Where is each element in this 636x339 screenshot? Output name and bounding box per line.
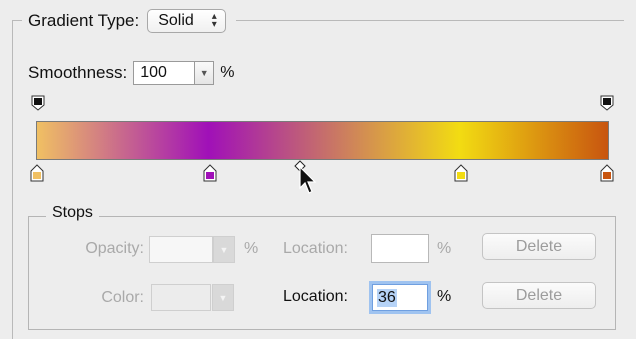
color-label: Color: <box>101 289 144 306</box>
color-location-value: 36 <box>377 288 397 307</box>
mouse-pointer-icon <box>299 166 317 194</box>
gradient-type-popup[interactable]: Solid ▴ ▾ <box>147 9 226 33</box>
opacity-location-unit: % <box>437 240 452 257</box>
updown-arrows-icon: ▴ ▾ <box>211 11 217 30</box>
opacity-dropdown-button[interactable]: ▼ <box>213 236 235 263</box>
smoothness-row: Smoothness: 100 ▼ % <box>28 58 234 88</box>
color-stop-3[interactable] <box>454 164 468 182</box>
color-dropdown-button[interactable]: ▼ <box>212 284 234 311</box>
smoothness-input[interactable]: 100 <box>133 61 196 85</box>
stops-legend: Stops <box>46 204 99 222</box>
color-delete-button[interactable]: Delete <box>482 282 596 309</box>
color-location-unit: % <box>437 288 452 305</box>
color-stop-4[interactable] <box>600 164 614 182</box>
color-location-label: Location: <box>283 288 348 305</box>
color-stop-2[interactable] <box>203 164 217 182</box>
opacity-location-input[interactable] <box>371 234 429 263</box>
smoothness-dropdown-button[interactable]: ▼ <box>194 61 215 85</box>
opacity-stop-right[interactable] <box>600 95 614 111</box>
gradient-type-value: Solid <box>158 12 194 29</box>
smoothness-unit: % <box>220 64 235 81</box>
smoothness-label: Smoothness: <box>28 63 128 82</box>
gradient-type-label: Gradient Type: <box>28 11 140 30</box>
opacity-unit: % <box>244 240 259 257</box>
opacity-delete-button[interactable]: Delete <box>482 233 596 260</box>
opacity-input[interactable] <box>149 236 213 263</box>
color-stop-1[interactable] <box>30 164 44 182</box>
gradient-preview-bar[interactable] <box>36 121 609 160</box>
color-swatch[interactable] <box>151 284 211 311</box>
opacity-label: Opacity: <box>85 240 144 257</box>
color-location-input[interactable]: 36 <box>372 284 428 311</box>
gradient-type-row: Gradient Type: Solid ▴ ▾ <box>22 6 236 36</box>
opacity-stop-left[interactable] <box>31 95 45 111</box>
opacity-location-label: Location: <box>283 240 348 257</box>
